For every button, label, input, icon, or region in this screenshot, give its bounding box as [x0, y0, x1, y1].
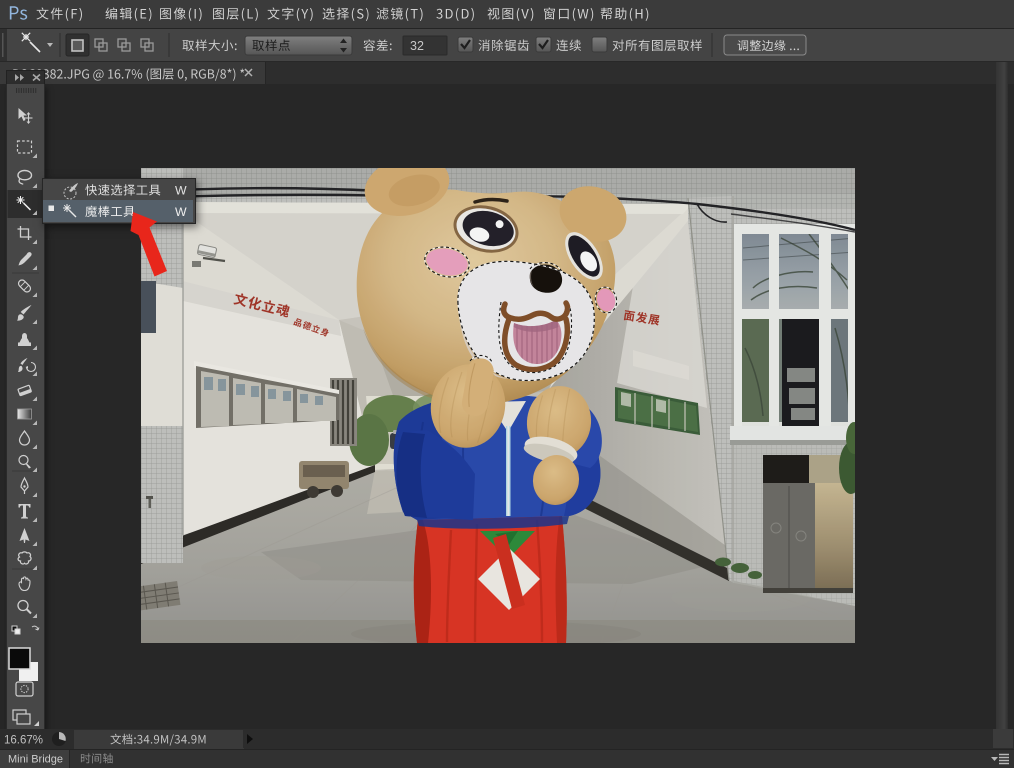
- svg-text:16.67%: 16.67%: [4, 735, 43, 747]
- svg-text:32: 32: [410, 39, 424, 53]
- svg-text:W: W: [175, 184, 187, 198]
- svg-text:Mini Bridge: Mini Bridge: [8, 754, 63, 766]
